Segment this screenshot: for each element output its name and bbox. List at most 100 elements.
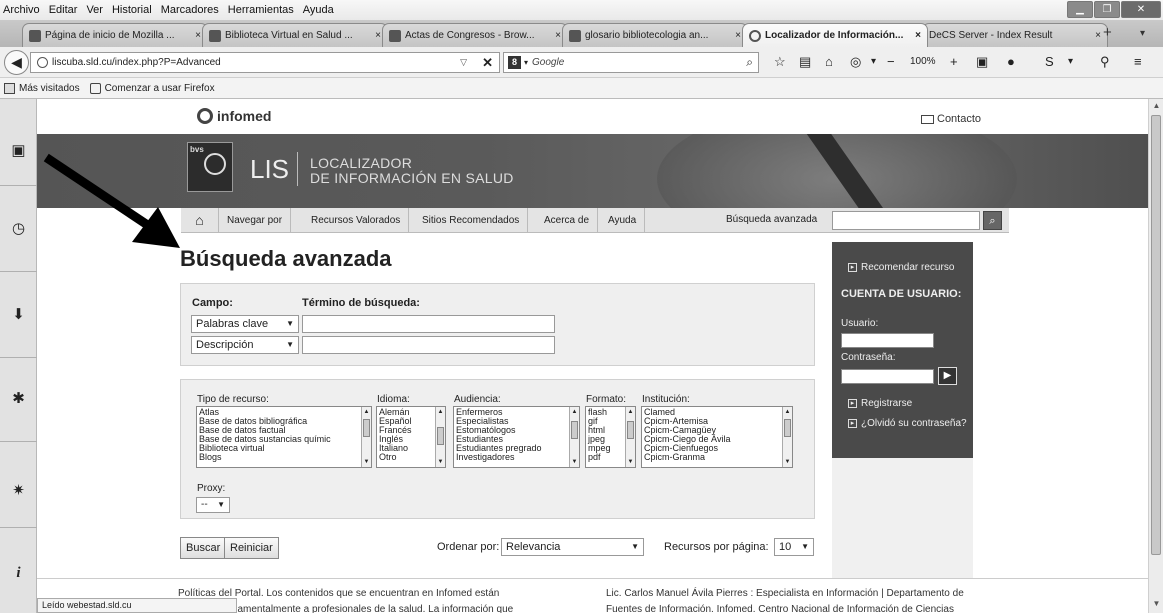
dropdown-icon[interactable]: ▽ (460, 57, 467, 68)
list-scrollbar[interactable]: ▲ ▼ (569, 407, 579, 467)
list-option[interactable]: Otro (379, 453, 443, 462)
scroll-down-icon[interactable]: ▼ (1149, 599, 1163, 608)
tab-active[interactable]: Localizador de Información... × (742, 23, 928, 47)
bookmarks-menu-icon[interactable]: ▤ (799, 54, 811, 70)
nav-ayuda[interactable]: Ayuda (600, 208, 646, 233)
back-button[interactable]: ◀ (4, 50, 29, 75)
nav-acerca-de[interactable]: Acerca de (536, 208, 599, 233)
zoom-out-icon[interactable]: − (887, 54, 895, 69)
chevron-down-icon[interactable]: ▾ (1068, 56, 1073, 67)
search-icon[interactable]: ⌕ (746, 55, 753, 70)
settings-icon[interactable]: ✷ (0, 481, 37, 499)
zoom-in-icon[interactable]: + (950, 54, 958, 69)
search-bar[interactable]: 8 ▾ Google ⌕ (503, 52, 759, 73)
zoom-level[interactable]: 100% (910, 56, 936, 67)
tab[interactable]: DeCS Server - Index Result × (922, 23, 1108, 47)
list-option[interactable]: Blogs (199, 453, 369, 462)
term-input-2[interactable] (302, 336, 555, 354)
contact-link[interactable]: Contacto (921, 113, 981, 125)
search-icon[interactable]: ⌕ (983, 211, 1002, 230)
audiencia-list[interactable]: Enfermeros Especialistas Estomatólogos E… (453, 406, 580, 468)
recursos-select[interactable]: 10 ▼ (774, 538, 814, 556)
username-input[interactable] (841, 333, 934, 348)
tab[interactable]: Actas de Congresos - Brow... × (382, 23, 568, 47)
list-scrollbar[interactable]: ▲ ▼ (361, 407, 371, 467)
list-scrollbar[interactable]: ▲ ▼ (435, 407, 445, 467)
lis-logo[interactable]: LIS (250, 154, 289, 185)
proxy-select[interactable]: -- ▼ (196, 497, 230, 513)
nav-search-input[interactable] (832, 211, 980, 230)
pin-icon[interactable]: ⚲ (1100, 54, 1110, 70)
list-option[interactable]: Investigadores (456, 453, 577, 462)
menu-ayuda[interactable]: Ayuda (303, 4, 334, 16)
field-select-2[interactable]: Descripción ▼ (191, 336, 299, 354)
bookmark-comenzar[interactable]: Comenzar a usar Firefox (105, 83, 215, 94)
tab[interactable]: glosario bibliotecologia an... × (562, 23, 748, 47)
list-scrollbar[interactable]: ▲ ▼ (782, 407, 792, 467)
scroll-up-icon[interactable]: ▲ (1149, 101, 1163, 110)
chevron-down-icon[interactable]: ▾ (871, 56, 876, 67)
infomed-logo[interactable]: infomed (197, 108, 271, 124)
term-input-1[interactable] (302, 315, 555, 333)
bookmark-mas-visitados[interactable]: Más visitados (19, 83, 80, 94)
close-tab-icon[interactable]: × (555, 30, 561, 41)
tipo-recurso-list[interactable]: Atlas Base de datos bibliográfica Base d… (196, 406, 372, 468)
new-tab-button[interactable]: + (1103, 24, 1112, 41)
menu-herramientas[interactable]: Herramientas (228, 4, 294, 16)
list-option[interactable]: Cpicm-Granma (644, 453, 790, 462)
close-window-button[interactable]: ✕ (1121, 1, 1161, 18)
stop-icon[interactable]: ✕ (482, 55, 493, 71)
nav-navegar[interactable]: Navegar por (219, 208, 292, 233)
tab-list-icon[interactable]: ▾ (1140, 28, 1145, 39)
tab[interactable]: Página de inicio de Mozilla ... × (22, 23, 208, 47)
download-icon[interactable]: ⬇ (0, 305, 37, 323)
close-tab-icon[interactable]: × (375, 30, 381, 41)
close-tab-icon[interactable]: × (915, 30, 921, 41)
page-scrollbar[interactable]: ▲ ▼ (1148, 99, 1163, 613)
bvs-logo[interactable]: bvs (187, 142, 233, 192)
chat-icon[interactable]: ▣ (0, 141, 37, 159)
field-select-1[interactable]: Palabras clave ▼ (191, 315, 299, 333)
screenshot-icon[interactable]: ▣ (976, 54, 988, 70)
bookmark-icon[interactable]: ✱ (0, 389, 37, 407)
menu-marcadores[interactable]: Marcadores (161, 4, 219, 16)
reiniciar-button[interactable]: Reiniciar (224, 537, 279, 559)
adblock-icon[interactable]: ● (1007, 54, 1015, 69)
home-icon[interactable]: ⌂ (181, 208, 219, 233)
buscar-button[interactable]: Buscar (180, 537, 227, 559)
hamburger-menu-icon[interactable]: ≡ (1134, 54, 1142, 69)
maximize-button[interactable]: ❐ (1094, 1, 1120, 18)
menu-ver[interactable]: Ver (86, 4, 103, 16)
nav-sitios-recomendados[interactable]: Sitios Recomendados (414, 208, 529, 233)
addon-icon[interactable]: ◎ (850, 54, 861, 70)
tab[interactable]: Biblioteca Virtual en Salud ... × (202, 23, 388, 47)
menu-archivo[interactable]: Archivo (3, 4, 40, 16)
nav-advanced-search-link[interactable]: Búsqueda avanzada (726, 214, 817, 225)
login-button[interactable]: ▶ (938, 367, 957, 385)
bookmark-star-icon[interactable]: ☆ (774, 54, 786, 70)
extension-icon[interactable]: S (1045, 54, 1054, 69)
recommend-resource-link[interactable]: ▸ Recomendar recurso (848, 262, 954, 273)
close-tab-icon[interactable]: × (195, 30, 201, 41)
forgot-password-link[interactable]: ▸ ¿Olvidó su contraseña? (848, 418, 967, 429)
url-bar[interactable]: liscuba.sld.cu/index.php?P=Advanced ▽ ✕ (30, 52, 500, 73)
close-tab-icon[interactable]: × (735, 30, 741, 41)
ordenar-select[interactable]: Relevancia ▼ (501, 538, 644, 556)
list-scrollbar[interactable]: ▲ ▼ (625, 407, 635, 467)
formato-list[interactable]: flash gif html jpeg mpeg pdf ▲ ▼ (585, 406, 636, 468)
info-icon[interactable]: i (0, 565, 37, 582)
search-engine-icon[interactable]: 8 (508, 56, 521, 69)
list-option[interactable]: Biblioteca virtual (199, 444, 369, 453)
scroll-thumb[interactable] (1151, 115, 1161, 555)
institucion-list[interactable]: Clamed Cpicm-Artemisa Cpicm-Camagüey Cpi… (641, 406, 793, 468)
password-input[interactable] (841, 369, 934, 384)
history-icon[interactable]: ◷ (0, 219, 37, 237)
minimize-button[interactable]: ▁ (1067, 1, 1093, 18)
menu-historial[interactable]: Historial (112, 4, 152, 16)
nav-recursos-valorados[interactable]: Recursos Valorados (303, 208, 410, 233)
menu-editar[interactable]: Editar (49, 4, 78, 16)
register-link[interactable]: ▸ Registrarse (848, 398, 912, 409)
close-tab-icon[interactable]: × (1095, 30, 1101, 41)
home-icon[interactable]: ⌂ (825, 54, 833, 69)
idioma-list[interactable]: Alemán Español Francés Inglés Italiano O… (376, 406, 446, 468)
